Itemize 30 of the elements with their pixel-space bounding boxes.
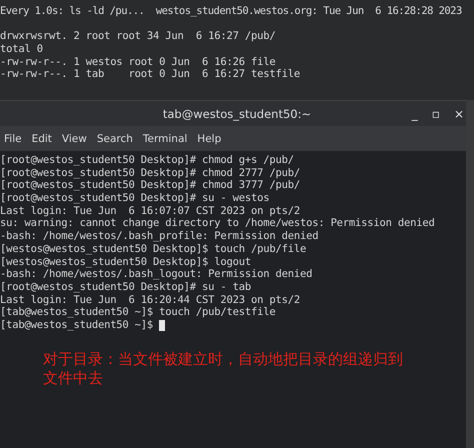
terminal-line: drwxrwsrwt. 2 root root 34 Jun 6 16:27 /pub/	[0, 30, 276, 44]
window-title: tab@westos_student50:~	[162, 106, 312, 120]
terminal-line: total 0	[0, 43, 43, 56]
terminal-line: [tab@westos_student50 ~]$ touch /pub/testfile	[0, 306, 276, 319]
terminal-line: -rw-rw-r--. 1 westos root 0 Jun 6 16:26 file	[0, 56, 276, 68]
maximize-button[interactable]: ▫	[428, 106, 444, 120]
menu-item[interactable]: Search	[96, 132, 133, 144]
menu-item[interactable]: Help	[197, 132, 222, 144]
terminal-line: Last login: Tue Jun 6 16:20:44 CST 2023 on pts/2	[0, 294, 300, 306]
terminal-line: [root@westos_student50 Desktop]# su - tab	[0, 280, 251, 294]
terminal-line: -rw-rw-r--. 1 tab root 0 Jun 6 16:27 testfile	[0, 68, 300, 82]
terminal-line: [root@westos_student50 Desktop]# su - westos	[0, 192, 270, 205]
terminal-line: Every 1.0s: ls -ld /pu... westos_student50.westos.org: Tue Jun 6 16:28:28 2023	[0, 5, 462, 18]
terminal-line: Last login: Tue Jun 6 16:07:07 CST 2023 on pts/2	[0, 204, 300, 218]
terminal-line: -bash: /home/westos/.bash_logout: Permission denied	[0, 268, 312, 281]
terminal-line: su: warning: cannot change directory to /home/westos: Permission denied	[0, 217, 435, 230]
terminal-line: [westos@westos_student50 Desktop]$ logout	[0, 256, 251, 268]
terminal-line: [root@westos_student50 Desktop]# chmod g+s /pub/	[0, 154, 294, 167]
menu-item[interactable]: View	[62, 132, 87, 144]
menu-item[interactable]: Edit	[32, 132, 52, 144]
terminal-line: [tab@westos_student50 ~]$	[0, 318, 154, 332]
annotation-text: 对于目录：当文件被建立时，自动地把目录的组递归到文件中去	[43, 350, 404, 388]
terminal-line: [westos@westos_student50 Desktop]$ touch /pub/file	[0, 242, 306, 256]
terminal-line: [root@westos_student50 Desktop]# chmod 3777 /pub/	[0, 179, 300, 192]
terminal-line: [root@westos_student50 Desktop]# chmod 2777 /pub/	[0, 166, 300, 180]
menu-item[interactable]: File	[4, 132, 22, 144]
close-button[interactable]: ×	[450, 106, 468, 120]
minimize-button[interactable]: _	[408, 106, 422, 120]
terminal-line: -bash: /home/westos/.bash_profile: Permission denied	[0, 230, 318, 243]
menu-item[interactable]: Terminal	[142, 132, 188, 144]
